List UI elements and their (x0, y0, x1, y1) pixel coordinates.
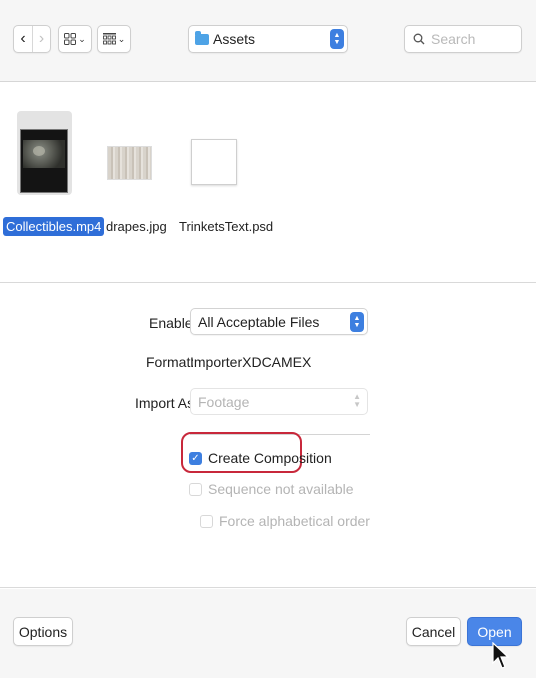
search-icon (413, 33, 425, 45)
sequence-checkbox[interactable]: Sequence not available (189, 481, 354, 497)
folder-icon (195, 30, 209, 45)
location-popup[interactable]: Assets ▲ ▼ (188, 25, 348, 53)
cancel-button-label: Cancel (411, 623, 456, 640)
enable-value: All Acceptable Files (198, 313, 320, 330)
create-composition-checkbox[interactable]: ✓ Create Composition (189, 450, 332, 466)
chevron-down-icon: ⌄ (117, 33, 126, 44)
force-alpha-label: Force alphabetical order (219, 513, 370, 529)
back-button[interactable]: ‹ (14, 26, 32, 52)
checkbox-icon (189, 482, 202, 496)
cancel-button[interactable]: Cancel (406, 617, 461, 646)
grid-icon (64, 33, 77, 45)
chevron-left-icon: ‹ (20, 30, 26, 47)
chevron-right-icon: › (38, 30, 45, 47)
create-composition-label: Create Composition (208, 450, 332, 466)
checkmark-icon: ✓ (189, 451, 202, 465)
open-button-label: Open (477, 623, 512, 640)
search-placeholder: Search (431, 31, 476, 47)
icon-view-button[interactable]: ⌄ (58, 25, 92, 53)
format-label: Format: (146, 354, 195, 370)
format-value: ImporterXDCAMEX (190, 354, 312, 370)
force-alpha-checkbox[interactable]: Force alphabetical order (200, 513, 370, 529)
file-thumbnail-collectibles[interactable] (20, 129, 68, 193)
import-as-label: Import As: (135, 395, 199, 411)
file-name-drapes[interactable]: drapes.jpg (106, 219, 167, 234)
group-grid-icon (102, 33, 116, 45)
options-button[interactable]: Options (13, 617, 73, 646)
file-thumbnail-drapes[interactable] (107, 146, 152, 180)
import-as-value: Footage (198, 393, 250, 410)
popup-arrows-icon: ▲ ▼ (330, 29, 344, 49)
toolbar: ‹ › ⌄ ⌄ Assets ▲ ▼ Search (0, 0, 536, 82)
chevron-down-icon: ⌄ (78, 33, 86, 44)
dialog-footer: Options Cancel Open (0, 589, 536, 678)
group-view-button[interactable]: ⌄ (97, 25, 131, 53)
checkbox-icon (200, 514, 213, 528)
import-as-popup[interactable]: Footage ▲ ▼ (190, 388, 368, 415)
sequence-label: Sequence not available (208, 481, 354, 497)
enable-popup[interactable]: All Acceptable Files ▲ ▼ (190, 308, 368, 335)
mouse-cursor-icon (492, 642, 510, 669)
popup-arrows-icon: ▲ ▼ (350, 312, 364, 332)
file-thumbnail-trinkets[interactable] (191, 139, 237, 185)
file-browser: Collectibles.mp4 drapes.jpg TrinketsText… (0, 83, 536, 283)
options-button-label: Options (18, 623, 68, 640)
file-name-collectibles[interactable]: Collectibles.mp4 (3, 217, 105, 236)
search-field[interactable]: Search (404, 25, 522, 53)
popup-arrows-icon: ▲ ▼ (353, 392, 361, 409)
forward-button[interactable]: › (31, 26, 50, 52)
location-label: Assets (213, 31, 256, 47)
nav-button-group: ‹ › (13, 25, 51, 53)
file-name-trinkets[interactable]: TrinketsText.psd (179, 219, 273, 234)
import-options: Enable: All Acceptable Files ▲ ▼ Format: … (0, 284, 536, 588)
